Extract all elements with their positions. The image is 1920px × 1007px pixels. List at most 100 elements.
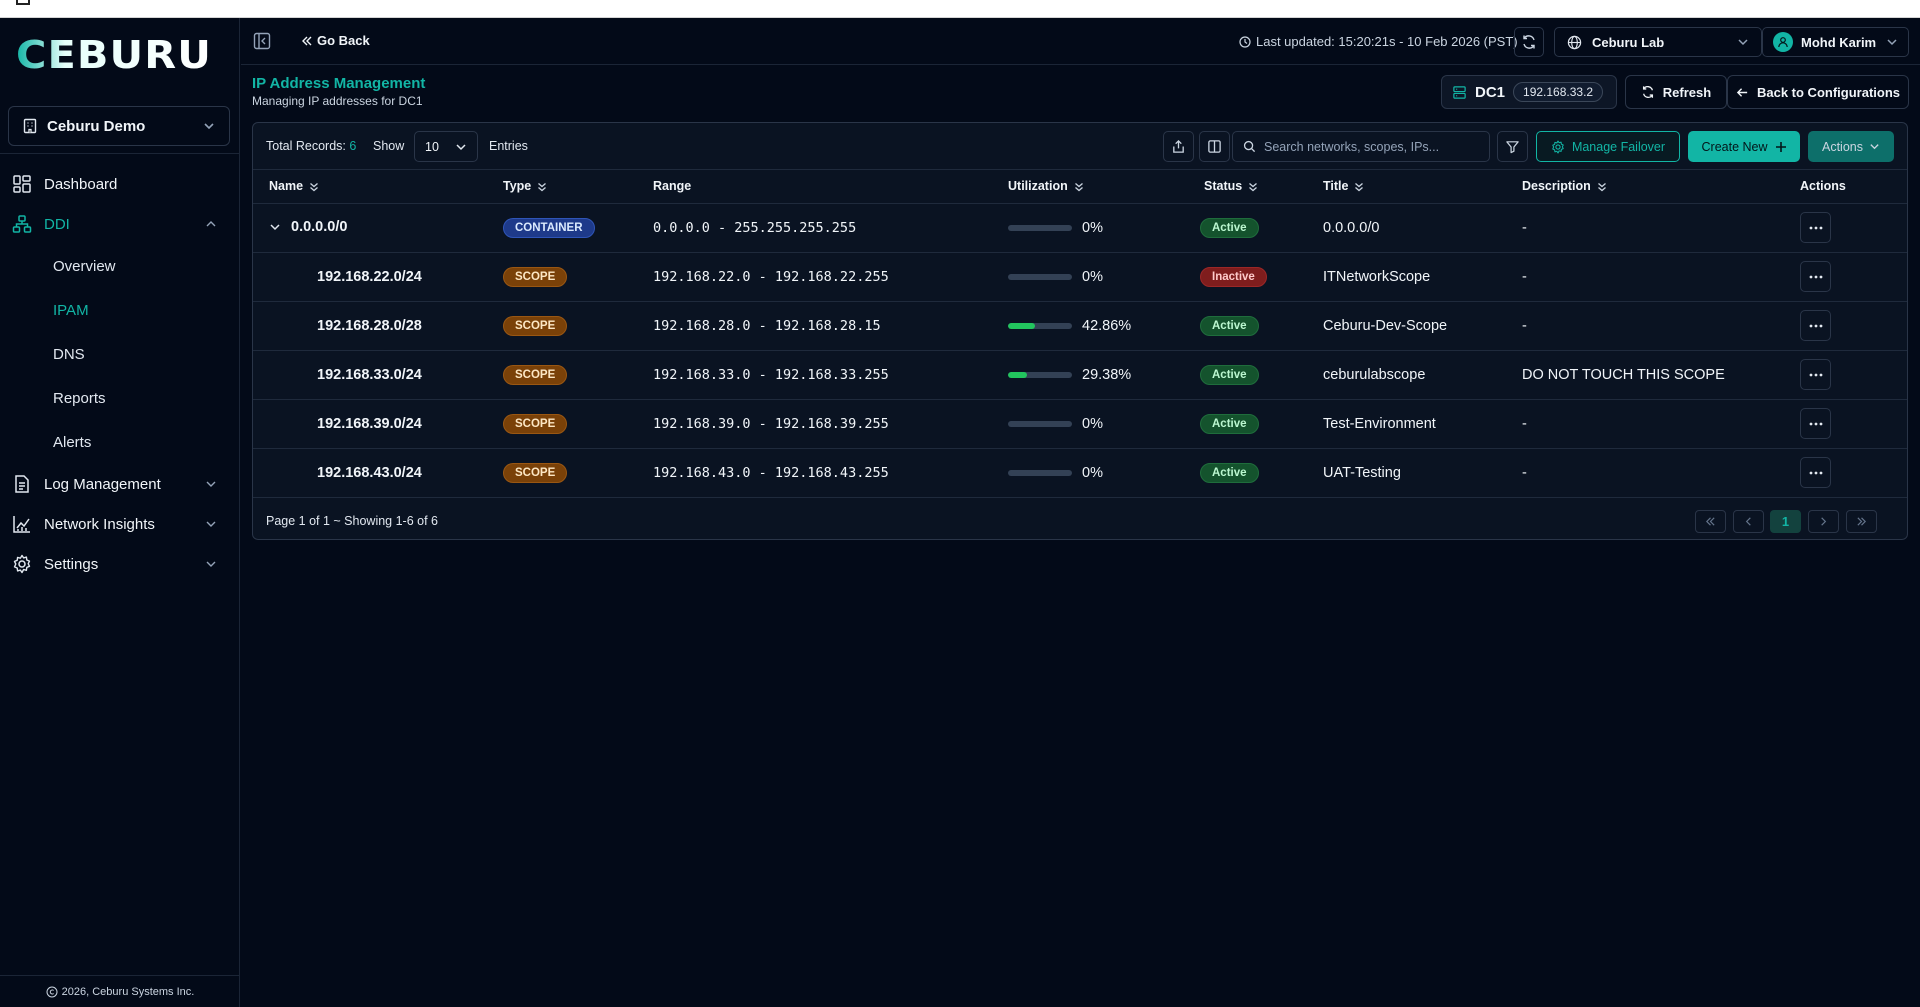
row-actions-button[interactable] <box>1800 457 1831 488</box>
column-header-name[interactable]: Name <box>253 170 491 204</box>
sidebar-item-network-insights[interactable]: Network Insights <box>0 504 240 544</box>
main-content: Go Back Last updated: 15:20:21s - 10 Feb… <box>241 18 1920 1007</box>
export-button[interactable] <box>1163 131 1194 162</box>
more-horizontal-icon <box>1809 471 1822 474</box>
range-cell: 0.0.0.0 - 255.255.255.255 <box>641 203 991 253</box>
row-actions-button[interactable] <box>1800 212 1831 243</box>
utilization-cell: 0% <box>991 252 1186 302</box>
last-page-button[interactable] <box>1846 510 1877 533</box>
go-back-link[interactable]: Go Back <box>301 33 370 48</box>
user-menu[interactable]: Mohd Karim <box>1762 27 1909 57</box>
sidebar-subitem-dns[interactable]: DNS <box>0 332 240 376</box>
refresh-icon <box>1523 35 1535 49</box>
search-box <box>1232 131 1490 162</box>
table-row[interactable]: 192.168.22.0/24 SCOPE 192.168.22.0 - 192… <box>253 252 1907 302</box>
utilization-cell: 42.86% <box>991 301 1186 351</box>
plus-icon <box>1775 141 1786 152</box>
row-actions-button[interactable] <box>1800 408 1831 439</box>
page-size-value: 10 <box>425 139 439 154</box>
sidebar-subitem-overview[interactable]: Overview <box>0 244 240 288</box>
description-cell: - <box>1506 301 1788 351</box>
sidebar-subitem-alerts[interactable]: Alerts <box>0 420 240 464</box>
utilization-bar <box>1008 469 1072 476</box>
refresh-label: Refresh <box>1662 84 1712 100</box>
chevron-down-icon[interactable] <box>269 221 281 233</box>
row-actions-button[interactable] <box>1800 359 1831 390</box>
status-badge: Active <box>1200 217 1259 238</box>
column-header-description[interactable]: Description <box>1506 170 1788 204</box>
lab-name: Ceburu Lab <box>1592 34 1665 50</box>
column-label: Description <box>1522 179 1591 194</box>
status-cell: Active <box>1186 350 1306 400</box>
next-page-button[interactable] <box>1808 510 1839 533</box>
table-row[interactable]: 192.168.39.0/24 SCOPE 192.168.39.0 - 192… <box>253 399 1907 449</box>
manage-failover-button[interactable]: Manage Failover <box>1536 131 1680 162</box>
refresh-icon <box>1642 86 1653 98</box>
table-row[interactable]: 192.168.28.0/28 SCOPE 192.168.28.0 - 192… <box>253 301 1907 351</box>
sidebar-subitem-reports[interactable]: Reports <box>0 376 240 420</box>
sync-button[interactable] <box>1514 27 1544 57</box>
actions-cell <box>1788 350 1907 400</box>
status-cell: Active <box>1186 399 1306 449</box>
utilization-fill <box>1008 322 1036 329</box>
refresh-button[interactable]: Refresh <box>1625 75 1727 109</box>
sort-icon <box>1355 182 1364 192</box>
sidebar-item-ddi[interactable]: DDI <box>0 204 240 244</box>
lab-selector[interactable]: Ceburu Lab <box>1554 27 1762 57</box>
type-badge: SCOPE <box>503 266 568 287</box>
network-name: 0.0.0.0/0 <box>291 218 348 235</box>
network-icon <box>12 215 32 233</box>
back-to-configurations-button[interactable]: Back to Configurations <box>1727 75 1909 109</box>
table-row[interactable]: 0.0.0.0/0 CONTAINER 0.0.0.0 - 255.255.25… <box>253 203 1907 253</box>
utilization-value: 0% <box>1082 268 1103 285</box>
sidebar-item-dashboard[interactable]: Dashboard <box>0 164 240 204</box>
description-cell: DO NOT TOUCH THIS SCOPE <box>1506 350 1788 400</box>
first-page-button[interactable] <box>1695 510 1726 533</box>
utilization-bar <box>1008 273 1072 280</box>
server-icon <box>1453 85 1466 99</box>
type-cell: CONTAINER <box>491 203 641 253</box>
more-horizontal-icon <box>1809 324 1822 327</box>
title-cell: ceburulabscope <box>1306 350 1506 400</box>
status-cell: Active <box>1186 448 1306 498</box>
table-row[interactable]: 192.168.43.0/24 SCOPE 192.168.43.0 - 192… <box>253 448 1907 498</box>
filter-button[interactable] <box>1497 131 1528 162</box>
actions-dropdown-button[interactable]: Actions <box>1808 131 1894 162</box>
type-cell: SCOPE <box>491 350 641 400</box>
table-row[interactable]: 192.168.33.0/24 SCOPE 192.168.33.0 - 192… <box>253 350 1907 400</box>
ceburu-logo[interactable]: CEBURU <box>16 34 216 74</box>
sidebar: CEBURU Ceburu Demo Dashboard DDI Overvie… <box>0 18 240 1007</box>
search-input[interactable] <box>1264 139 1474 154</box>
range-cell: 192.168.22.0 - 192.168.22.255 <box>641 252 991 302</box>
utilization-value: 0% <box>1082 464 1103 481</box>
page-button-current[interactable]: 1 <box>1770 510 1801 533</box>
columns-icon <box>1208 140 1221 153</box>
page-subtitle: Managing IP addresses for DC1 <box>252 94 423 108</box>
page-size-select[interactable]: 10 <box>414 131 478 162</box>
sidebar-subitem-ipam[interactable]: IPAM <box>0 288 240 332</box>
column-header-status[interactable]: Status <box>1186 170 1306 204</box>
columns-button[interactable] <box>1199 131 1230 162</box>
more-horizontal-icon <box>1809 373 1822 376</box>
name-cell: 192.168.28.0/28 <box>253 301 491 351</box>
back-to-configurations-label: Back to Configurations <box>1756 84 1900 100</box>
organization-selector[interactable]: Ceburu Demo <box>8 106 230 146</box>
sidebar-item-label: Log Management <box>44 475 161 493</box>
dc-ip-badge: 192.168.33.2 <box>1513 82 1604 102</box>
row-actions-button[interactable] <box>1800 310 1831 341</box>
actions-cell <box>1788 448 1907 498</box>
sidebar-item-log-management[interactable]: Log Management <box>0 464 240 504</box>
column-header-title[interactable]: Title <box>1306 170 1506 204</box>
chevron-up-icon <box>206 221 216 227</box>
sort-icon <box>1597 182 1606 192</box>
status-cell: Active <box>1186 203 1306 253</box>
collapse-sidebar-icon[interactable] <box>253 32 271 50</box>
sidebar-item-settings[interactable]: Settings <box>0 544 240 584</box>
status-badge: Active <box>1200 364 1259 385</box>
create-new-button[interactable]: Create New <box>1688 131 1800 162</box>
column-header-type[interactable]: Type <box>491 170 641 204</box>
row-actions-button[interactable] <box>1800 261 1831 292</box>
name-cell: 192.168.33.0/24 <box>253 350 491 400</box>
column-header-utilization[interactable]: Utilization <box>991 170 1186 204</box>
previous-page-button[interactable] <box>1733 510 1764 533</box>
